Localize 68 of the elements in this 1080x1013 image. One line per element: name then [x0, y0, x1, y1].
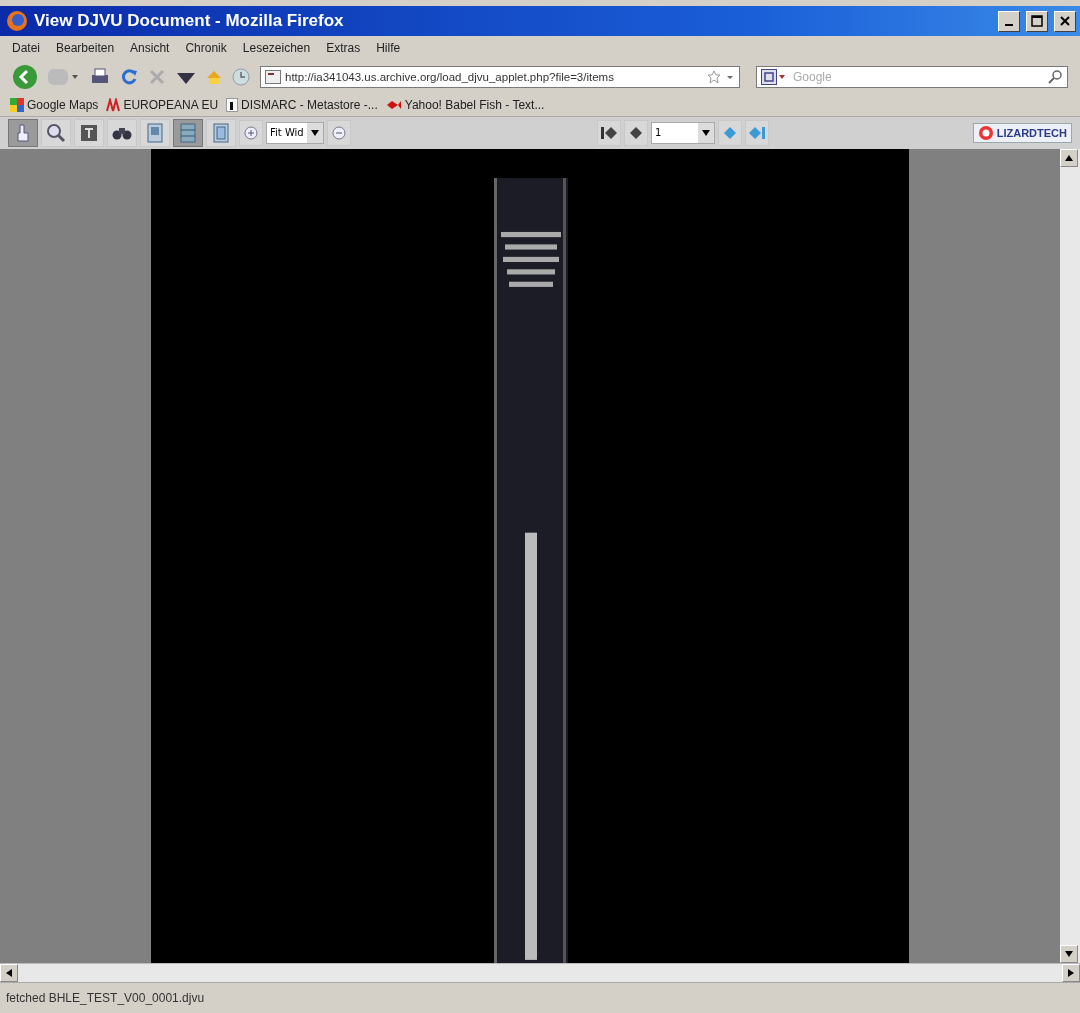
page-dropdown[interactable]: 1	[651, 122, 715, 144]
ring-icon	[977, 125, 994, 141]
viewer-tool-button[interactable]	[107, 119, 137, 147]
menu-item[interactable]: Datei	[12, 41, 40, 55]
down-arrow-icon	[310, 128, 320, 138]
logo: LIZARDTECH	[972, 123, 1072, 143]
search-field[interactable]: Google	[756, 66, 1068, 88]
right-arrow-icon	[1066, 968, 1076, 978]
magnifier-icon	[46, 123, 66, 143]
scroll-down-button[interactable]	[1060, 945, 1078, 963]
bookmark-link[interactable]: Google Maps	[10, 98, 99, 112]
close-icon	[1059, 15, 1071, 27]
bookmark-link[interactable]: EUROPEANA EU	[106, 98, 219, 112]
map-icon	[10, 98, 24, 112]
search-icon[interactable]	[1047, 69, 1063, 85]
first-page-button[interactable]	[597, 120, 621, 146]
scroll-up-button[interactable]	[1060, 149, 1078, 167]
maximize-icon	[1031, 15, 1043, 27]
print-icon[interactable]	[90, 68, 110, 86]
plus-icon	[244, 126, 258, 140]
viewer-tool-button[interactable]	[41, 119, 71, 147]
clock-icon[interactable]	[232, 68, 250, 86]
menu-item[interactable]: Hilfe	[376, 41, 401, 55]
window-title: View DJVU Document - Mozilla Firefox	[34, 11, 345, 31]
viewer-tool-button[interactable]	[74, 119, 104, 147]
firefox-icon	[6, 10, 28, 32]
binoculars-icon	[112, 125, 132, 141]
bookmark-link[interactable]: DISMARC - Metastore -...	[226, 98, 378, 112]
minus-icon	[332, 126, 346, 140]
up-arrow-icon	[1064, 153, 1074, 163]
zoom-dropdown[interactable]: Fit Wid	[266, 122, 324, 144]
bookmark-link[interactable]: Yahoo! Babel Fish - Text...	[385, 98, 545, 112]
down-arrow-icon	[701, 128, 711, 138]
star-icon[interactable]	[707, 70, 721, 84]
maximize-button[interactable]	[1026, 10, 1048, 32]
page-icon	[265, 70, 281, 84]
search-input[interactable]: Google	[791, 69, 1043, 85]
text-tool-icon	[80, 124, 98, 142]
menu-item[interactable]: Extras	[326, 41, 361, 55]
down-arrow-icon	[1064, 949, 1074, 959]
status-text: fetched BHLE_TEST_V00_0001.djvu	[6, 991, 205, 1005]
scroll-left-button[interactable]	[0, 964, 18, 982]
zoom-out-button[interactable]	[327, 120, 351, 146]
menu-item[interactable]: Bearbeiten	[56, 41, 115, 55]
continuous-pages-icon	[180, 123, 196, 143]
left-arrow-icon	[4, 968, 14, 978]
close-button[interactable]	[1054, 10, 1076, 32]
menu-item[interactable]: Lesezeichen	[242, 41, 311, 55]
reload-icon[interactable]	[120, 68, 138, 86]
back-icon[interactable]	[12, 64, 38, 90]
previous-page-button[interactable]	[624, 120, 648, 146]
viewer-tool-button[interactable]	[8, 119, 38, 147]
address-field[interactable]: http://ia341043.us.archive.org/load_djvu_applet.php?file=3/items	[260, 66, 740, 88]
minimize-button[interactable]	[998, 10, 1020, 32]
scroll-right-button[interactable]	[1062, 964, 1080, 982]
url-text: http://ia341043.us.archive.org/load_djvu_applet.php?file=3/items	[285, 71, 615, 83]
pointer-icon	[15, 123, 31, 143]
minimize-icon	[1005, 24, 1013, 26]
facing-pages-icon	[213, 123, 229, 143]
last-page-icon	[748, 125, 766, 141]
search-engine-icon[interactable]	[761, 69, 787, 85]
page-icon	[226, 98, 239, 112]
zoom-in-button[interactable]	[239, 120, 263, 146]
menu-item[interactable]: Chronik	[185, 41, 227, 55]
fish-icon	[385, 99, 402, 111]
first-page-icon	[600, 125, 618, 141]
menu-item[interactable]: Ansicht	[130, 41, 170, 55]
single-page-icon	[147, 123, 163, 143]
